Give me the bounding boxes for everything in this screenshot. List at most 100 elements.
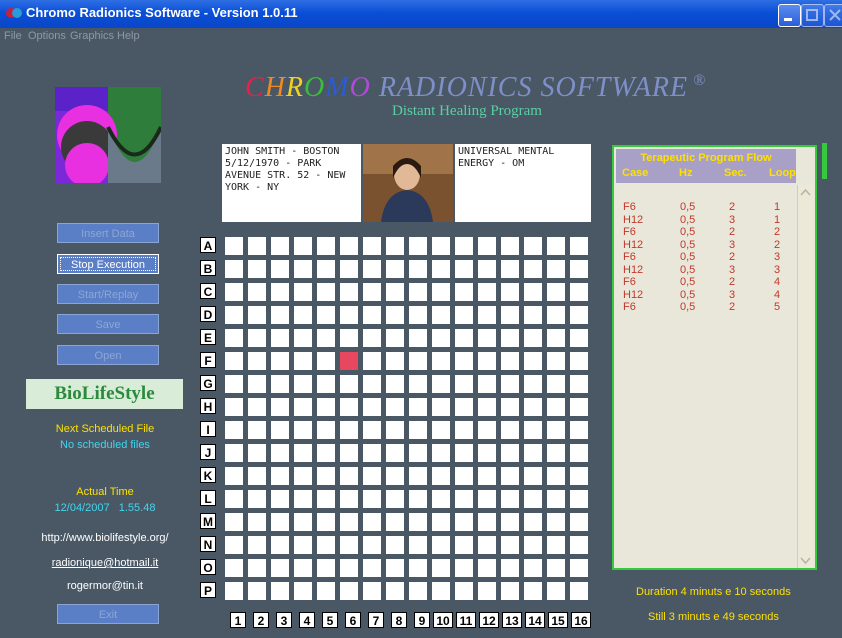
grid-cell[interactable] (385, 535, 405, 555)
grid-cell[interactable] (500, 535, 520, 555)
grid-cell[interactable] (546, 282, 566, 302)
grid-cell[interactable] (224, 512, 244, 532)
grid-cell[interactable] (293, 374, 313, 394)
grid-cell[interactable] (270, 535, 290, 555)
grid-cell[interactable] (523, 328, 543, 348)
grid-cell[interactable] (569, 351, 589, 371)
grid-cell[interactable] (293, 466, 313, 486)
grid-cell[interactable] (431, 236, 451, 256)
grid-cell[interactable] (362, 351, 382, 371)
grid-cell[interactable] (247, 512, 267, 532)
grid-cell[interactable] (431, 351, 451, 371)
grid-cell[interactable] (293, 420, 313, 440)
grid-cell[interactable] (431, 443, 451, 463)
email-link-2[interactable]: rogermor@tin.it (0, 580, 210, 592)
grid-cell[interactable] (431, 374, 451, 394)
grid-cell[interactable] (385, 558, 405, 578)
grid-cell[interactable] (247, 282, 267, 302)
grid-cell[interactable] (546, 420, 566, 440)
grid-cell[interactable] (569, 581, 589, 601)
grid-cell[interactable] (362, 581, 382, 601)
grid-cell[interactable] (270, 420, 290, 440)
grid-cell[interactable] (523, 374, 543, 394)
grid-cell[interactable] (569, 259, 589, 279)
grid-cell[interactable] (546, 328, 566, 348)
grid-cell[interactable] (362, 443, 382, 463)
grid-cell[interactable] (385, 282, 405, 302)
grid-cell[interactable] (477, 351, 497, 371)
grid-cell[interactable] (431, 558, 451, 578)
grid-cell[interactable] (224, 581, 244, 601)
grid-cell[interactable] (362, 328, 382, 348)
grid-cell[interactable] (477, 305, 497, 325)
grid-cell[interactable] (293, 236, 313, 256)
menu-help[interactable]: Help (117, 30, 140, 42)
grid-cell[interactable] (523, 558, 543, 578)
grid-cell[interactable] (270, 466, 290, 486)
grid-cell[interactable] (477, 236, 497, 256)
grid-cell[interactable] (316, 512, 336, 532)
grid-cell[interactable] (339, 420, 359, 440)
insert-data-button[interactable]: Insert Data (57, 223, 159, 243)
scroll-down-icon[interactable] (798, 554, 813, 566)
grid-cell[interactable] (316, 351, 336, 371)
menu-file[interactable]: File (4, 30, 22, 42)
grid-cell[interactable] (454, 374, 474, 394)
grid-cell[interactable] (477, 374, 497, 394)
grid-cell[interactable] (270, 305, 290, 325)
grid-cell[interactable] (454, 282, 474, 302)
grid-cell[interactable] (316, 374, 336, 394)
grid-cell[interactable] (339, 489, 359, 509)
grid-cell[interactable] (408, 305, 428, 325)
website-link[interactable]: http://www.biolifestyle.org/ (0, 532, 210, 544)
grid-cell[interactable] (247, 259, 267, 279)
grid-cell[interactable] (523, 397, 543, 417)
grid-cell[interactable] (523, 535, 543, 555)
grid-cell[interactable] (362, 489, 382, 509)
grid-cell[interactable] (569, 535, 589, 555)
grid-cell[interactable] (546, 259, 566, 279)
grid-cell[interactable] (546, 236, 566, 256)
grid-cell[interactable] (477, 581, 497, 601)
grid-cell[interactable] (477, 535, 497, 555)
grid-cell[interactable] (523, 443, 543, 463)
grid-cell[interactable] (546, 558, 566, 578)
grid-cell[interactable] (408, 282, 428, 302)
grid-cell[interactable] (316, 259, 336, 279)
grid-cell[interactable] (523, 351, 543, 371)
grid-cell[interactable] (385, 420, 405, 440)
grid-cell[interactable] (339, 351, 359, 371)
grid-cell[interactable] (270, 558, 290, 578)
grid-cell[interactable] (316, 420, 336, 440)
grid-cell[interactable] (454, 512, 474, 532)
open-button[interactable]: Open (57, 345, 159, 365)
menu-options[interactable]: Options (28, 30, 66, 42)
grid-cell[interactable] (247, 397, 267, 417)
grid-cell[interactable] (362, 558, 382, 578)
grid-cell[interactable] (477, 443, 497, 463)
grid-cell[interactable] (385, 259, 405, 279)
grid-cell[interactable] (385, 236, 405, 256)
grid-cell[interactable] (454, 581, 474, 601)
maximize-button[interactable] (801, 4, 824, 27)
grid-cell[interactable] (362, 259, 382, 279)
grid-cell[interactable] (339, 397, 359, 417)
grid-cell[interactable] (500, 489, 520, 509)
grid-cell[interactable] (224, 236, 244, 256)
grid-cell[interactable] (385, 443, 405, 463)
grid-cell[interactable] (224, 397, 244, 417)
grid-cell[interactable] (385, 351, 405, 371)
grid-cell[interactable] (523, 259, 543, 279)
grid-cell[interactable] (339, 305, 359, 325)
grid-cell[interactable] (523, 512, 543, 532)
grid-cell[interactable] (339, 466, 359, 486)
grid-cell[interactable] (569, 282, 589, 302)
grid-cell[interactable] (270, 351, 290, 371)
grid-cell[interactable] (224, 558, 244, 578)
grid-cell[interactable] (408, 581, 428, 601)
grid-cell[interactable] (385, 489, 405, 509)
grid-cell[interactable] (569, 236, 589, 256)
grid-cell[interactable] (546, 512, 566, 532)
grid-cell[interactable] (546, 489, 566, 509)
grid-cell[interactable] (500, 282, 520, 302)
